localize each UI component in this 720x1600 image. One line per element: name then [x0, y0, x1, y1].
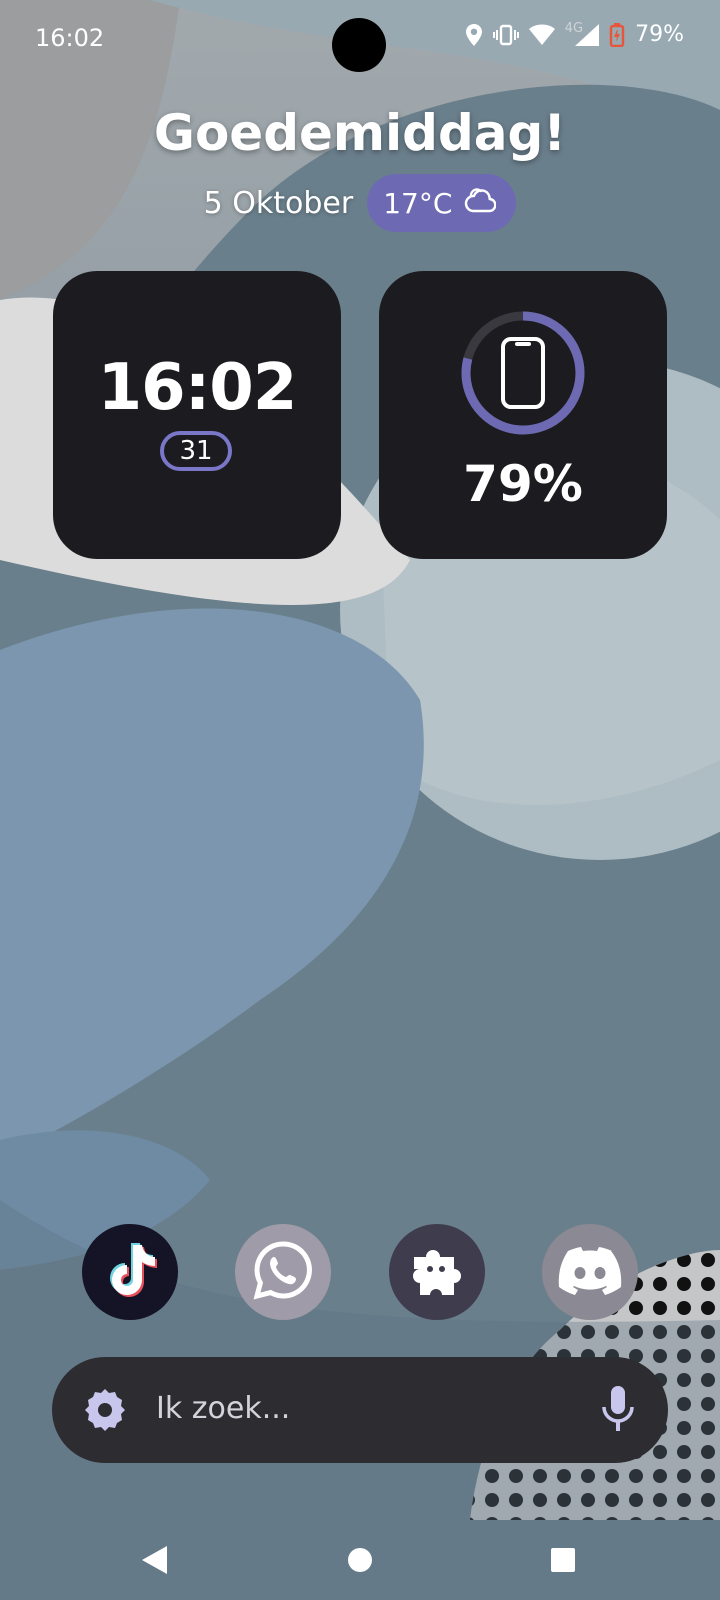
location-icon	[465, 23, 483, 47]
battery-percent: 79%	[463, 455, 583, 513]
recents-button[interactable]	[533, 1530, 593, 1590]
search-input[interactable]: Ik zoek...	[156, 1391, 290, 1426]
camera-cutout	[332, 18, 386, 72]
app-plugin[interactable]	[389, 1224, 485, 1320]
home-icon	[348, 1548, 372, 1572]
date-label[interactable]: 5 Oktober	[204, 186, 354, 221]
back-icon	[142, 1546, 167, 1574]
home-button[interactable]	[330, 1530, 390, 1590]
cell-signal-icon	[575, 23, 600, 46]
weather-chip[interactable]: 17°C	[367, 174, 517, 232]
microphone-icon[interactable]	[600, 1383, 636, 1439]
app-dock	[0, 1224, 720, 1320]
back-button[interactable]	[124, 1530, 184, 1590]
app-tiktok[interactable]	[82, 1224, 178, 1320]
clock-day-badge: 31	[160, 431, 232, 471]
vibrate-icon	[492, 24, 519, 46]
phone-icon	[501, 337, 545, 409]
battery-widget[interactable]: 79%	[379, 271, 667, 559]
discord-icon	[557, 1245, 623, 1299]
battery-text: 79%	[635, 22, 684, 47]
battery-charging-icon	[609, 22, 625, 47]
battery-ring	[461, 311, 585, 435]
navigation-bar	[0, 1530, 720, 1590]
date-weather-row: 5 Oktober 17°C	[0, 174, 720, 232]
recents-icon	[551, 1548, 575, 1572]
wifi-icon	[528, 24, 555, 46]
whatsapp-icon	[252, 1239, 314, 1305]
status-time: 16:02	[35, 24, 105, 52]
greeting-title: Goedemiddag!	[153, 104, 567, 162]
status-icons: 4G 79%	[465, 21, 684, 47]
clock-widget[interactable]: 16:02 31	[53, 271, 341, 559]
app-whatsapp[interactable]	[235, 1224, 331, 1320]
search-bar[interactable]: Ik zoek...	[52, 1357, 668, 1463]
tiktok-icon	[103, 1241, 157, 1303]
temperature-label: 17°C	[383, 186, 453, 220]
clock-time: 16:02	[97, 351, 298, 425]
puzzle-icon	[406, 1239, 468, 1305]
status-bar: 16:02 4G 79%	[0, 0, 720, 80]
app-discord[interactable]	[542, 1224, 638, 1320]
gear-icon[interactable]	[82, 1387, 128, 1437]
cloudy-icon	[464, 186, 497, 221]
